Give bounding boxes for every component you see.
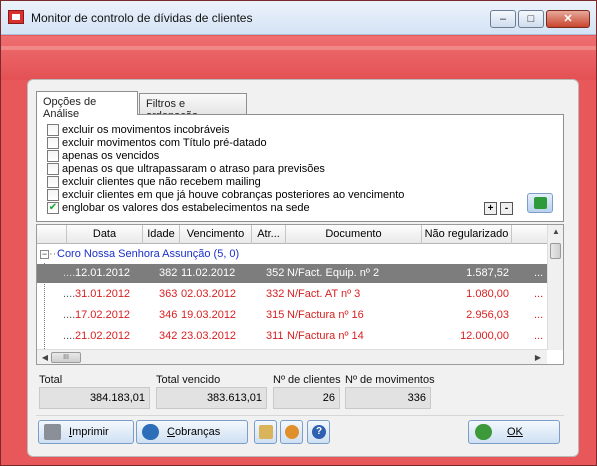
vertical-scrollbar[interactable]: ▲: [547, 225, 563, 350]
scroll-up-arrow-icon[interactable]: ▲: [548, 227, 563, 236]
checkbox[interactable]: [47, 149, 59, 162]
column-header-idade[interactable]: Idade: [143, 225, 180, 244]
option-label: apenas os vencidos: [62, 149, 160, 162]
total-vencido-label: Total vencido: [156, 374, 221, 386]
num-movimentos-label: Nº de movimentos: [345, 374, 435, 386]
num-clientes-label: Nº de clientes: [273, 374, 341, 386]
app-icon: [8, 10, 24, 24]
scroll-right-arrow-icon[interactable]: ▶: [530, 353, 546, 362]
option-vencidos[interactable]: apenas os vencidos: [47, 149, 159, 162]
option-estabelecimentos-sede[interactable]: ✔ englobar os valores dos estabeleciment…: [47, 201, 310, 214]
option-label: apenas os que ultrapassaram o atraso par…: [62, 162, 325, 175]
total-value: 384.183,01: [39, 387, 150, 409]
column-header-nao-regularizado[interactable]: Não regularizado: [422, 225, 512, 244]
vertical-scroll-thumb[interactable]: [550, 243, 561, 259]
table-row[interactable]: .... 21.02.2012 342 23.03.2012 311 N/Fac…: [37, 327, 547, 346]
checkbox[interactable]: [47, 136, 59, 149]
globe-icon: [142, 424, 159, 440]
option-label: englobar os valores dos estabelecimentos…: [62, 201, 310, 214]
cobrancas-button[interactable]: Cobranças: [136, 420, 248, 444]
checkbox[interactable]: [47, 175, 59, 188]
close-button[interactable]: ✕: [546, 10, 590, 28]
imprimir-button[interactable]: Imprimir: [38, 420, 134, 444]
column-header-atraso[interactable]: Atr...: [252, 225, 286, 244]
header-band: [1, 36, 596, 80]
column-header-documento[interactable]: Documento: [286, 225, 422, 244]
ok-button[interactable]: OK: [468, 420, 560, 444]
header-indent: [37, 225, 67, 244]
export-icon: [259, 425, 273, 439]
tab-opcoes-analise[interactable]: Opções de Análise: [36, 91, 138, 120]
option-pre-datado[interactable]: excluir movimentos com Título pré-datado: [47, 136, 267, 149]
users-icon: [285, 425, 299, 439]
column-header-data[interactable]: Data: [67, 225, 143, 244]
collapse-icon[interactable]: −: [40, 250, 49, 259]
title-bar[interactable]: Monitor de controlo de dívidas de client…: [1, 1, 596, 35]
table-row[interactable]: .... 31.01.2012 363 02.03.2012 332 N/Fac…: [37, 285, 547, 304]
divider: [36, 415, 564, 416]
window-title: Monitor de controlo de dívidas de client…: [31, 11, 253, 25]
group-row-cliente[interactable]: − ·· Coro Nossa Senhora Assunção (5, 0): [37, 246, 547, 263]
table-row[interactable]: .... 17.02.2012 346 19.03.2012 315 N/Fac…: [37, 306, 547, 325]
option-label: excluir movimentos com Título pré-datado: [62, 136, 267, 149]
option-label: excluir os movimentos incobráveis: [62, 123, 230, 136]
horizontal-scrollbar[interactable]: ◀ III ▶: [37, 349, 547, 364]
users-button[interactable]: [280, 420, 303, 444]
column-header-vencimento[interactable]: Vencimento: [180, 225, 252, 244]
total-vencido-value: 383.613,01: [156, 387, 267, 409]
horizontal-scroll-thumb[interactable]: III: [51, 352, 81, 363]
help-icon: ?: [312, 425, 326, 439]
option-atraso-previsoes[interactable]: apenas os que ultrapassaram o atraso par…: [47, 162, 325, 175]
option-label: excluir clientes em que já houve cobranç…: [62, 188, 405, 201]
refresh-icon: [534, 197, 547, 209]
main-panel: Opções de Análise Filtros e ordenação ex…: [27, 79, 579, 457]
app-window: Monitor de controlo de dívidas de client…: [0, 0, 597, 466]
option-cobrancas-posteriores[interactable]: excluir clientes em que já houve cobranç…: [47, 188, 404, 201]
maximize-button[interactable]: □: [518, 10, 544, 28]
num-clientes-value: 26: [273, 387, 340, 409]
grid-header: Data Idade Vencimento Atr... Documento N…: [37, 225, 547, 244]
options-page: excluir os movimentos incobráveis exclui…: [36, 114, 564, 222]
refresh-button[interactable]: [527, 193, 553, 213]
table-row[interactable]: .... 12.01.2012 382 11.02.2012 352 N/Fac…: [37, 264, 547, 283]
option-incobraveis[interactable]: excluir os movimentos incobráveis: [47, 123, 230, 136]
debts-grid[interactable]: Data Idade Vencimento Atr... Documento N…: [36, 224, 564, 365]
export-button[interactable]: [254, 420, 277, 444]
tab-filtros-ordenacao[interactable]: Filtros e ordenação: [139, 93, 247, 122]
checkbox[interactable]: [47, 123, 59, 136]
expand-all-button[interactable]: +: [484, 202, 497, 215]
option-mailing[interactable]: excluir clientes que não recebem mailing: [47, 175, 261, 188]
checkbox[interactable]: [47, 162, 59, 175]
collapse-all-button[interactable]: -: [500, 202, 513, 215]
group-label: Coro Nossa Senhora Assunção (5, 0): [57, 248, 240, 260]
checkmark-icon: [475, 424, 492, 440]
total-label: Total: [39, 374, 63, 386]
checkbox[interactable]: [47, 188, 59, 201]
help-button[interactable]: ?: [307, 420, 330, 444]
minimize-button[interactable]: –: [490, 10, 516, 28]
printer-icon: [44, 424, 61, 440]
checkbox-checked[interactable]: ✔: [47, 201, 59, 214]
num-movimentos-value: 336: [345, 387, 431, 409]
option-label: excluir clientes que não recebem mailing: [62, 175, 261, 188]
